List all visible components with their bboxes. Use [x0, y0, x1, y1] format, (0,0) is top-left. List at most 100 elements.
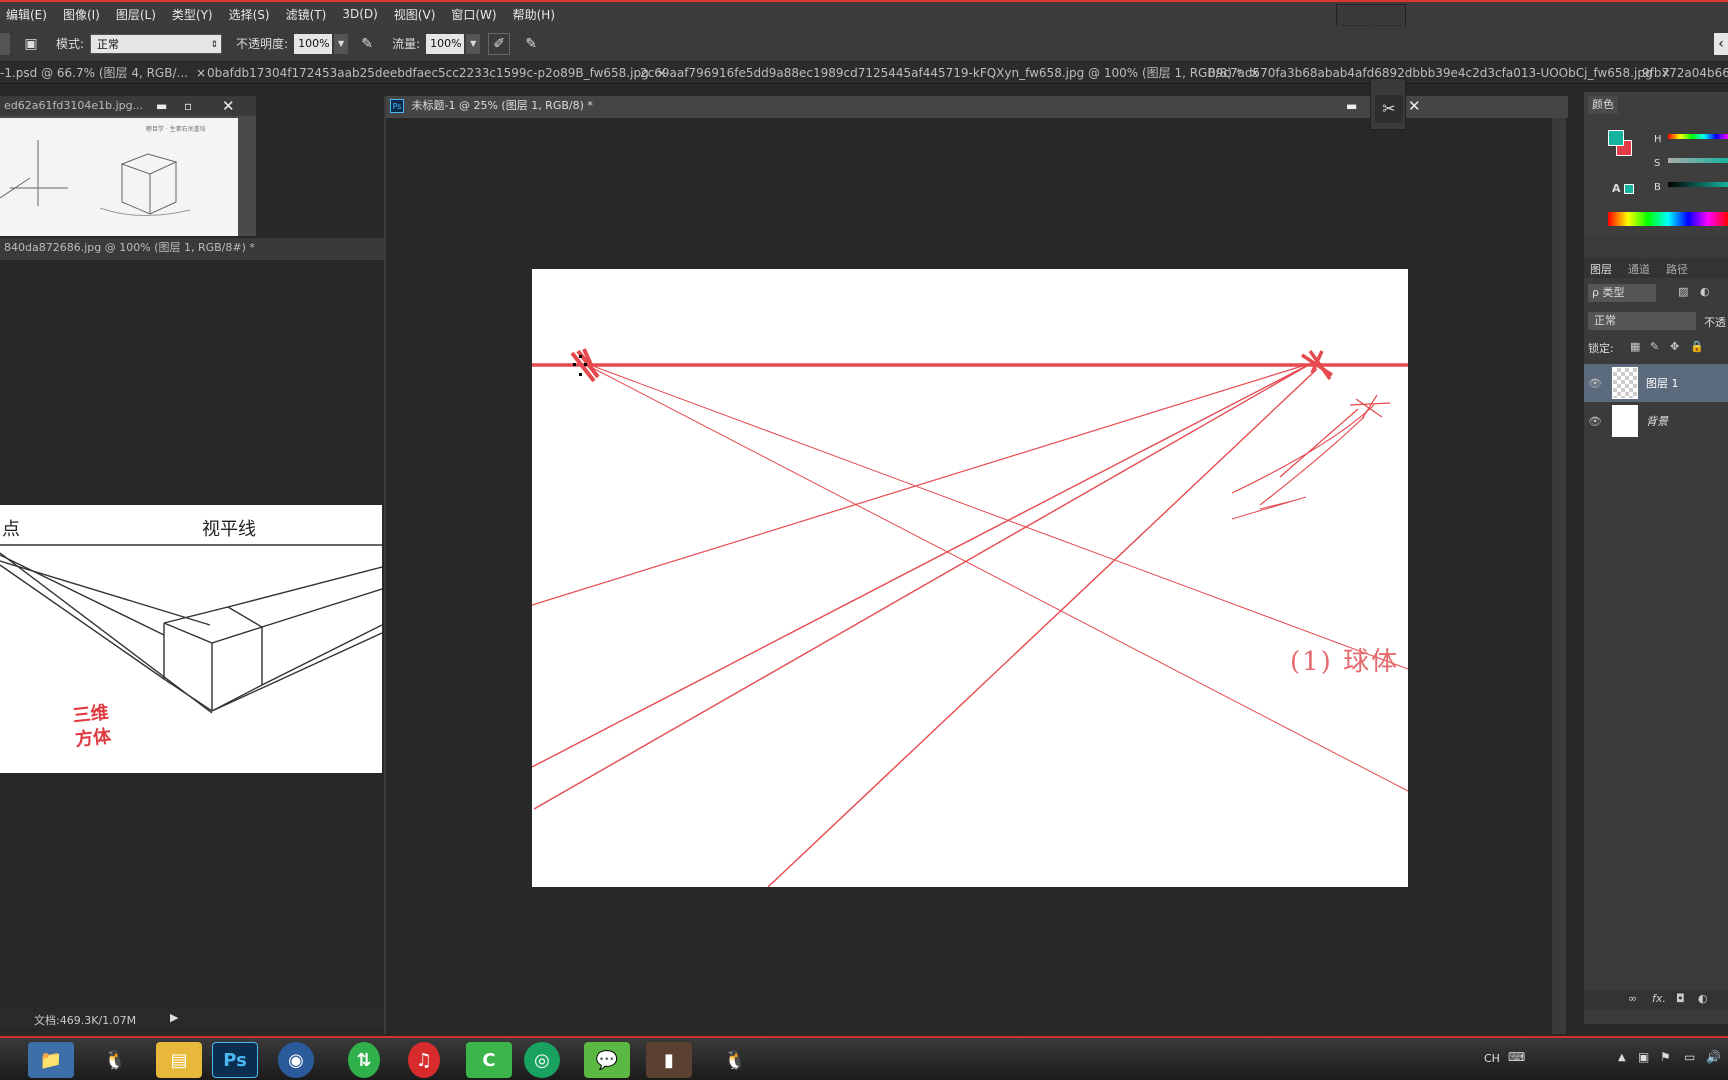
opacity-label: 不透明度: [236, 37, 289, 51]
menu-window[interactable]: 窗口(W) [451, 6, 496, 23]
handwritten-note: (1) 球体 [1290, 647, 1400, 677]
menu-layer[interactable]: 图层(L) [116, 6, 156, 23]
netease-music-icon[interactable]: ♫ [408, 1042, 440, 1078]
file-explorer-icon[interactable]: 📁 [28, 1042, 74, 1078]
visibility-eye-icon[interactable]: 👁 [1584, 377, 1606, 390]
airbrush-icon[interactable]: ✐ [488, 32, 511, 55]
camtasia-icon[interactable]: C [466, 1042, 512, 1078]
fx-icon[interactable]: fx. [1652, 992, 1666, 1005]
blend-mode-select[interactable]: 正常 [1588, 312, 1696, 330]
tab-label: 0bafdb17304f172453aab25deebdfaec5cc2233c… [207, 66, 649, 80]
layer-row-2[interactable]: 👁 背景 [1584, 402, 1728, 440]
pressure-size-icon[interactable]: ✎ [520, 33, 542, 55]
ps-icon: Ps [390, 99, 404, 113]
color-spectrum[interactable] [1608, 212, 1728, 226]
workspace-icon[interactable]: ‹ [1714, 32, 1728, 55]
volume-icon[interactable]: 🔊 [1706, 1050, 1721, 1064]
color-tab[interactable]: 颜色 [1588, 96, 1618, 114]
lock-position-icon[interactable]: ✥ [1670, 340, 1679, 353]
maximize-icon[interactable]: ▫ [184, 96, 192, 116]
wechat-icon[interactable]: 💬 [584, 1042, 630, 1078]
doc-tab[interactable]: 09c7ad570fa3b68abab4afd6892dbbb39e4c2d3c… [1208, 62, 1671, 83]
image-viewer-icon[interactable]: ▮ [646, 1042, 692, 1078]
lock-brush-icon[interactable]: ✎ [1650, 340, 1659, 353]
notepad-icon[interactable]: ▤ [156, 1042, 202, 1078]
menu-3d[interactable]: 3D(D) [342, 7, 377, 21]
tab-layers[interactable]: 图层 [1590, 261, 1612, 277]
opacity-dropdown-icon[interactable]: ▼ [334, 33, 349, 54]
opacity-input[interactable]: 100% [294, 33, 333, 54]
visibility-eye-icon[interactable]: 👁 [1584, 415, 1606, 428]
vertical-scrollbar[interactable] [1552, 118, 1566, 1034]
doc-tab[interactable]: -1.psd @ 66.7% (图层 4, RGB/... × [0, 62, 206, 83]
saturation-label: S [1654, 158, 1661, 169]
menu-type[interactable]: 类型(Y) [172, 6, 213, 23]
layer-filter-select[interactable]: ρ 类型 [1588, 284, 1656, 302]
keyboard-icon[interactable]: ⌨ [1508, 1050, 1525, 1064]
menu-help[interactable]: 帮助(H) [513, 6, 555, 23]
tray-app-icon-2[interactable]: ⚑ [1660, 1050, 1671, 1064]
float-window-2: 840da872686.jpg @ 100% (图层 1, RGB/8#) * … [0, 238, 384, 1028]
lock-all-icon[interactable]: 🔒 [1690, 340, 1704, 353]
brush-dropdown-icon[interactable] [0, 32, 10, 55]
network-icon[interactable]: ▭ [1684, 1050, 1695, 1064]
link-layers-icon[interactable]: ∞ [1628, 992, 1637, 1005]
cube-reference-image: 瞭目学 · 生素石关重培 [0, 118, 238, 236]
flow-input[interactable]: 100% [426, 33, 465, 54]
tab-channels[interactable]: 通道 [1628, 261, 1650, 277]
window-title-bar[interactable]: 840da872686.jpg @ 100% (图层 1, RGB/8#) * [0, 238, 384, 260]
scissors-icon[interactable]: ✂ [1375, 95, 1403, 123]
saturation-slider[interactable] [1668, 158, 1728, 163]
qq-icon[interactable]: 🐧 [92, 1042, 138, 1078]
foreground-color-swatch[interactable] [1608, 130, 1624, 146]
doc-tab[interactable]: 9fb772a04b66c [1642, 62, 1728, 83]
download-app-icon[interactable]: ⇅ [348, 1042, 380, 1078]
mode-label: 模式: [56, 37, 85, 51]
browser-icon[interactable]: ◉ [278, 1042, 314, 1078]
layer-opacity-label: 不透 [1704, 316, 1726, 329]
flow-dropdown-icon[interactable]: ▼ [466, 33, 481, 54]
close-icon[interactable]: × [196, 66, 206, 80]
pressure-opacity-icon[interactable]: ✎ [356, 33, 378, 55]
options-bar: ▣ 模式: 正常 不透明度: 100% ▼ ✎ 流量: 100% ▼ ✐ ✎ ‹ [0, 26, 1728, 62]
mask-icon[interactable]: ◘ [1676, 992, 1685, 1005]
iqiyi-icon[interactable]: ◎ [524, 1042, 560, 1078]
menu-image[interactable]: 图像(I) [63, 6, 100, 23]
tray-arrow-icon[interactable]: ▲ [1618, 1052, 1626, 1063]
layers-footer: ∞ fx. ◘ ◐ [1584, 990, 1728, 1010]
language-indicator[interactable]: CH [1484, 1052, 1500, 1065]
close-icon[interactable]: ✕ [222, 96, 235, 116]
lock-pixels-icon[interactable]: ▦ [1630, 340, 1640, 353]
status-bar: 文档:469.3K/1.07M ▶ [0, 1010, 384, 1028]
window-title-bar[interactable]: ed62a61fd3104e1b.jpg... ▬ ▫ ✕ [0, 96, 256, 116]
web-color-swatch[interactable] [1624, 184, 1634, 194]
photoshop-icon[interactable]: Ps [212, 1042, 258, 1078]
right-panels: 颜色 H S B A 图层 通道 路径 ρ 类型 ▨ ◐ 正常 不透 锁定: ▦… [1584, 92, 1728, 1024]
brightness-slider[interactable] [1668, 182, 1728, 187]
menu-select[interactable]: 选择(S) [229, 6, 270, 23]
filter-adjust-icon[interactable]: ◐ [1700, 285, 1710, 298]
adjustment-icon[interactable]: ◐ [1698, 992, 1708, 1005]
close-icon[interactable]: ✕ [1408, 96, 1421, 116]
qq-icon-2[interactable]: 🐧 [712, 1042, 758, 1078]
doc-tab[interactable]: 2c69aaf796916fe5dd9a88ec1989cd7125445af4… [640, 62, 1260, 83]
tray-app-icon[interactable]: ▣ [1638, 1050, 1649, 1064]
window-title: 840da872686.jpg @ 100% (图层 1, RGB/8#) * [4, 241, 255, 254]
minimize-icon[interactable]: ▬ [156, 96, 167, 116]
menu-edit[interactable]: 编辑(E) [6, 6, 47, 23]
canvas[interactable]: (1) 球体 [532, 269, 1408, 887]
mode-select[interactable]: 正常 [90, 33, 223, 55]
tab-paths[interactable]: 路径 [1666, 261, 1688, 277]
status-arrow-icon[interactable]: ▶ [170, 1011, 178, 1024]
filter-image-icon[interactable]: ▨ [1678, 285, 1688, 298]
menu-view[interactable]: 视图(V) [394, 6, 436, 23]
layer-row-1[interactable]: 👁 图层 1 [1584, 364, 1728, 402]
hue-slider[interactable] [1668, 134, 1728, 139]
brush-panel-toggle-icon[interactable]: ▣ [20, 33, 42, 55]
minimize-icon[interactable]: ▬ [1346, 96, 1357, 116]
doc-size-status: 文档:469.3K/1.07M [34, 1014, 137, 1027]
window-title: ed62a61fd3104e1b.jpg... [4, 99, 144, 112]
document-tabs: -1.psd @ 66.7% (图层 4, RGB/... × 0bafdb173… [0, 62, 1728, 84]
doc-tab[interactable]: 0bafdb17304f172453aab25deebdfaec5cc2233c… [207, 62, 667, 83]
menu-filter[interactable]: 滤镜(T) [286, 6, 327, 23]
